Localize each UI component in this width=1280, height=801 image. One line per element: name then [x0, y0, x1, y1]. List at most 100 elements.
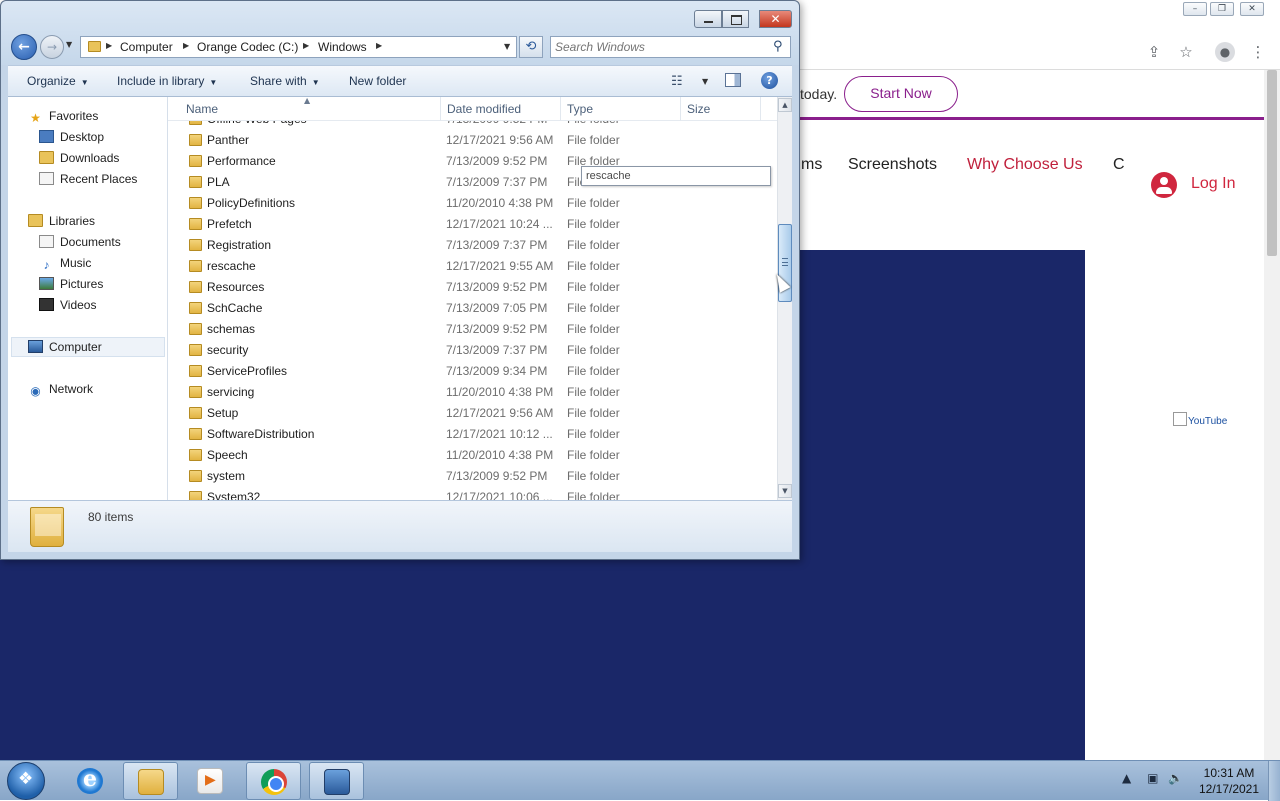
- search-icon[interactable]: ⚲: [773, 39, 783, 54]
- column-header-type[interactable]: Type: [567, 102, 593, 126]
- breadcrumb-drive[interactable]: Orange Codec (C:): [197, 40, 298, 54]
- login-link[interactable]: Log In: [1191, 175, 1235, 193]
- chrome-icon: [261, 769, 287, 795]
- folder-icon: [189, 407, 202, 419]
- nav-music[interactable]: ♪ Music: [39, 253, 92, 273]
- new-folder-button[interactable]: New folder: [349, 74, 406, 88]
- back-button[interactable]: ←: [11, 34, 37, 60]
- table-row[interactable]: ServiceProfiles 7/13/2009 9:34 PM File fol…: [168, 361, 777, 382]
- chevron-right-icon[interactable]: ▶: [303, 41, 309, 50]
- start-button[interactable]: [7, 762, 45, 800]
- clock-date[interactable]: 12/17/2021: [1196, 782, 1262, 796]
- nav-documents[interactable]: Documents: [39, 232, 121, 252]
- nav-network[interactable]: ◉ Network: [28, 379, 93, 399]
- show-desktop-button[interactable]: [1268, 761, 1280, 801]
- table-row[interactable]: Registration 7/13/2009 7:37 PM File folder: [168, 235, 777, 256]
- user-icon[interactable]: [1151, 172, 1177, 198]
- search-input[interactable]: [555, 39, 765, 55]
- help-icon[interactable]: ?: [761, 72, 778, 89]
- organize-button[interactable]: Organize ▼: [27, 74, 89, 88]
- column-divider[interactable]: [440, 97, 441, 121]
- clock-time[interactable]: 10:31 AM: [1196, 766, 1262, 780]
- network-status-icon[interactable]: ▣: [1147, 771, 1158, 785]
- file-list-scrollbar[interactable]: ▲ ▼: [777, 97, 792, 500]
- table-row[interactable]: rescache 12/17/2021 9:55 AM File folder: [168, 256, 777, 277]
- column-header-name[interactable]: Name: [186, 102, 218, 126]
- documents-icon: [39, 235, 54, 248]
- profile-avatar-icon[interactable]: ●: [1215, 42, 1235, 62]
- breadcrumb-windows[interactable]: Windows: [318, 40, 367, 54]
- table-row[interactable]: Setup 12/17/2021 9:56 AM File folder: [168, 403, 777, 424]
- column-divider[interactable]: [680, 97, 681, 121]
- taskbar-chrome[interactable]: [246, 762, 301, 800]
- table-row[interactable]: security 7/13/2009 7:37 PM File folder: [168, 340, 777, 361]
- table-row[interactable]: SchCache 7/13/2009 7:05 PM File folder: [168, 298, 777, 319]
- page-scrollbar-thumb[interactable]: [1267, 70, 1277, 256]
- table-row[interactable]: System32 12/17/2021 10:06 ... File folder: [168, 487, 777, 500]
- chevron-right-icon[interactable]: ▶: [376, 41, 382, 50]
- volume-icon[interactable]: 🔈: [1168, 771, 1183, 785]
- table-row[interactable]: schemas 7/13/2009 9:52 PM File folder: [168, 319, 777, 340]
- nav-desktop[interactable]: Desktop: [39, 127, 104, 147]
- youtube-image[interactable]: YouTube: [1173, 412, 1227, 427]
- nav-recent-places[interactable]: Recent Places: [39, 169, 137, 189]
- chevron-down-icon[interactable]: ▼: [702, 77, 708, 86]
- taskbar-internet-explorer[interactable]: [63, 762, 118, 800]
- browser-menu-icon[interactable]: ⋮: [1248, 42, 1268, 62]
- breadcrumb-computer[interactable]: Computer: [120, 40, 173, 54]
- scroll-down-button[interactable]: ▼: [778, 484, 792, 498]
- table-row[interactable]: Resources 7/13/2009 9:52 PM File folder: [168, 277, 777, 298]
- column-header-size[interactable]: Size: [687, 102, 710, 126]
- nav-link-programs[interactable]: ms: [801, 156, 822, 174]
- forward-button[interactable]: →: [40, 35, 64, 59]
- close-button[interactable]: ✕: [759, 10, 792, 28]
- include-in-library-button[interactable]: Include in library ▼: [117, 74, 217, 88]
- nav-pictures[interactable]: Pictures: [39, 274, 103, 294]
- preview-pane-icon[interactable]: [725, 73, 741, 87]
- table-row[interactable]: system 7/13/2009 9:52 PM File folder: [168, 466, 777, 487]
- nav-videos[interactable]: Videos: [39, 295, 96, 315]
- start-now-button[interactable]: Start Now: [844, 76, 958, 112]
- nav-favorites[interactable]: ★ Favorites: [28, 106, 98, 126]
- bookmark-star-icon[interactable]: ☆: [1176, 42, 1196, 62]
- scroll-up-button[interactable]: ▲: [778, 98, 792, 112]
- address-bar[interactable]: ▶ Computer ▶ Orange Codec (C:) ▶ Windows…: [80, 36, 517, 58]
- file-type: File folder: [567, 427, 620, 441]
- minimize-button[interactable]: [694, 10, 722, 28]
- nav-downloads[interactable]: Downloads: [39, 148, 119, 168]
- nav-link-contact[interactable]: C: [1113, 156, 1125, 174]
- show-hidden-icons-icon[interactable]: ▲: [1122, 771, 1131, 785]
- maximize-button[interactable]: [722, 10, 749, 28]
- refresh-button[interactable]: ⟲: [519, 36, 543, 58]
- nav-libraries[interactable]: Libraries: [28, 211, 95, 231]
- nav-computer[interactable]: Computer: [28, 337, 102, 357]
- column-header-date-modified[interactable]: Date modified: [447, 102, 521, 126]
- chevron-down-icon[interactable]: ▼: [504, 42, 510, 51]
- chevron-right-icon[interactable]: ▶: [183, 41, 189, 50]
- taskbar-network-app[interactable]: [309, 762, 364, 800]
- table-row[interactable]: servicing 11/20/2010 4:38 PM File folder: [168, 382, 777, 403]
- browser-minimize-button[interactable]: –: [1183, 2, 1207, 16]
- table-row[interactable]: Panther 12/17/2021 9:56 AM File folder: [168, 130, 777, 151]
- recent-pages-dropdown[interactable]: ▼: [66, 40, 72, 49]
- search-box[interactable]: ⚲: [550, 36, 791, 58]
- chevron-right-icon[interactable]: ▶: [106, 41, 112, 50]
- table-row[interactable]: PolicyDefinitions 11/20/2010 4:38 PM File …: [168, 193, 777, 214]
- table-row[interactable]: SoftwareDistribution 12/17/2021 10:12 ...…: [168, 424, 777, 445]
- table-row[interactable]: Prefetch 12/17/2021 10:24 ... File folder: [168, 214, 777, 235]
- browser-close-button[interactable]: ✕: [1240, 2, 1264, 16]
- column-divider[interactable]: [560, 97, 561, 121]
- file-type: File folder: [567, 301, 620, 315]
- nav-link-why-choose-us[interactable]: Why Choose Us: [967, 156, 1083, 174]
- taskbar-media-player[interactable]: [183, 762, 238, 800]
- taskbar-windows-explorer[interactable]: [123, 762, 178, 800]
- page-scrollbar[interactable]: [1264, 70, 1280, 760]
- browser-restore-button[interactable]: ❐: [1210, 2, 1234, 16]
- table-row[interactable]: Speech 11/20/2010 4:38 PM File folder: [168, 445, 777, 466]
- column-divider[interactable]: [760, 97, 761, 121]
- folder-icon: [189, 386, 202, 398]
- share-with-button[interactable]: Share with ▼: [250, 74, 320, 88]
- change-view-icon[interactable]: ☷: [671, 74, 683, 89]
- nav-link-screenshots[interactable]: Screenshots: [848, 156, 937, 174]
- share-icon[interactable]: ⇪: [1144, 42, 1164, 62]
